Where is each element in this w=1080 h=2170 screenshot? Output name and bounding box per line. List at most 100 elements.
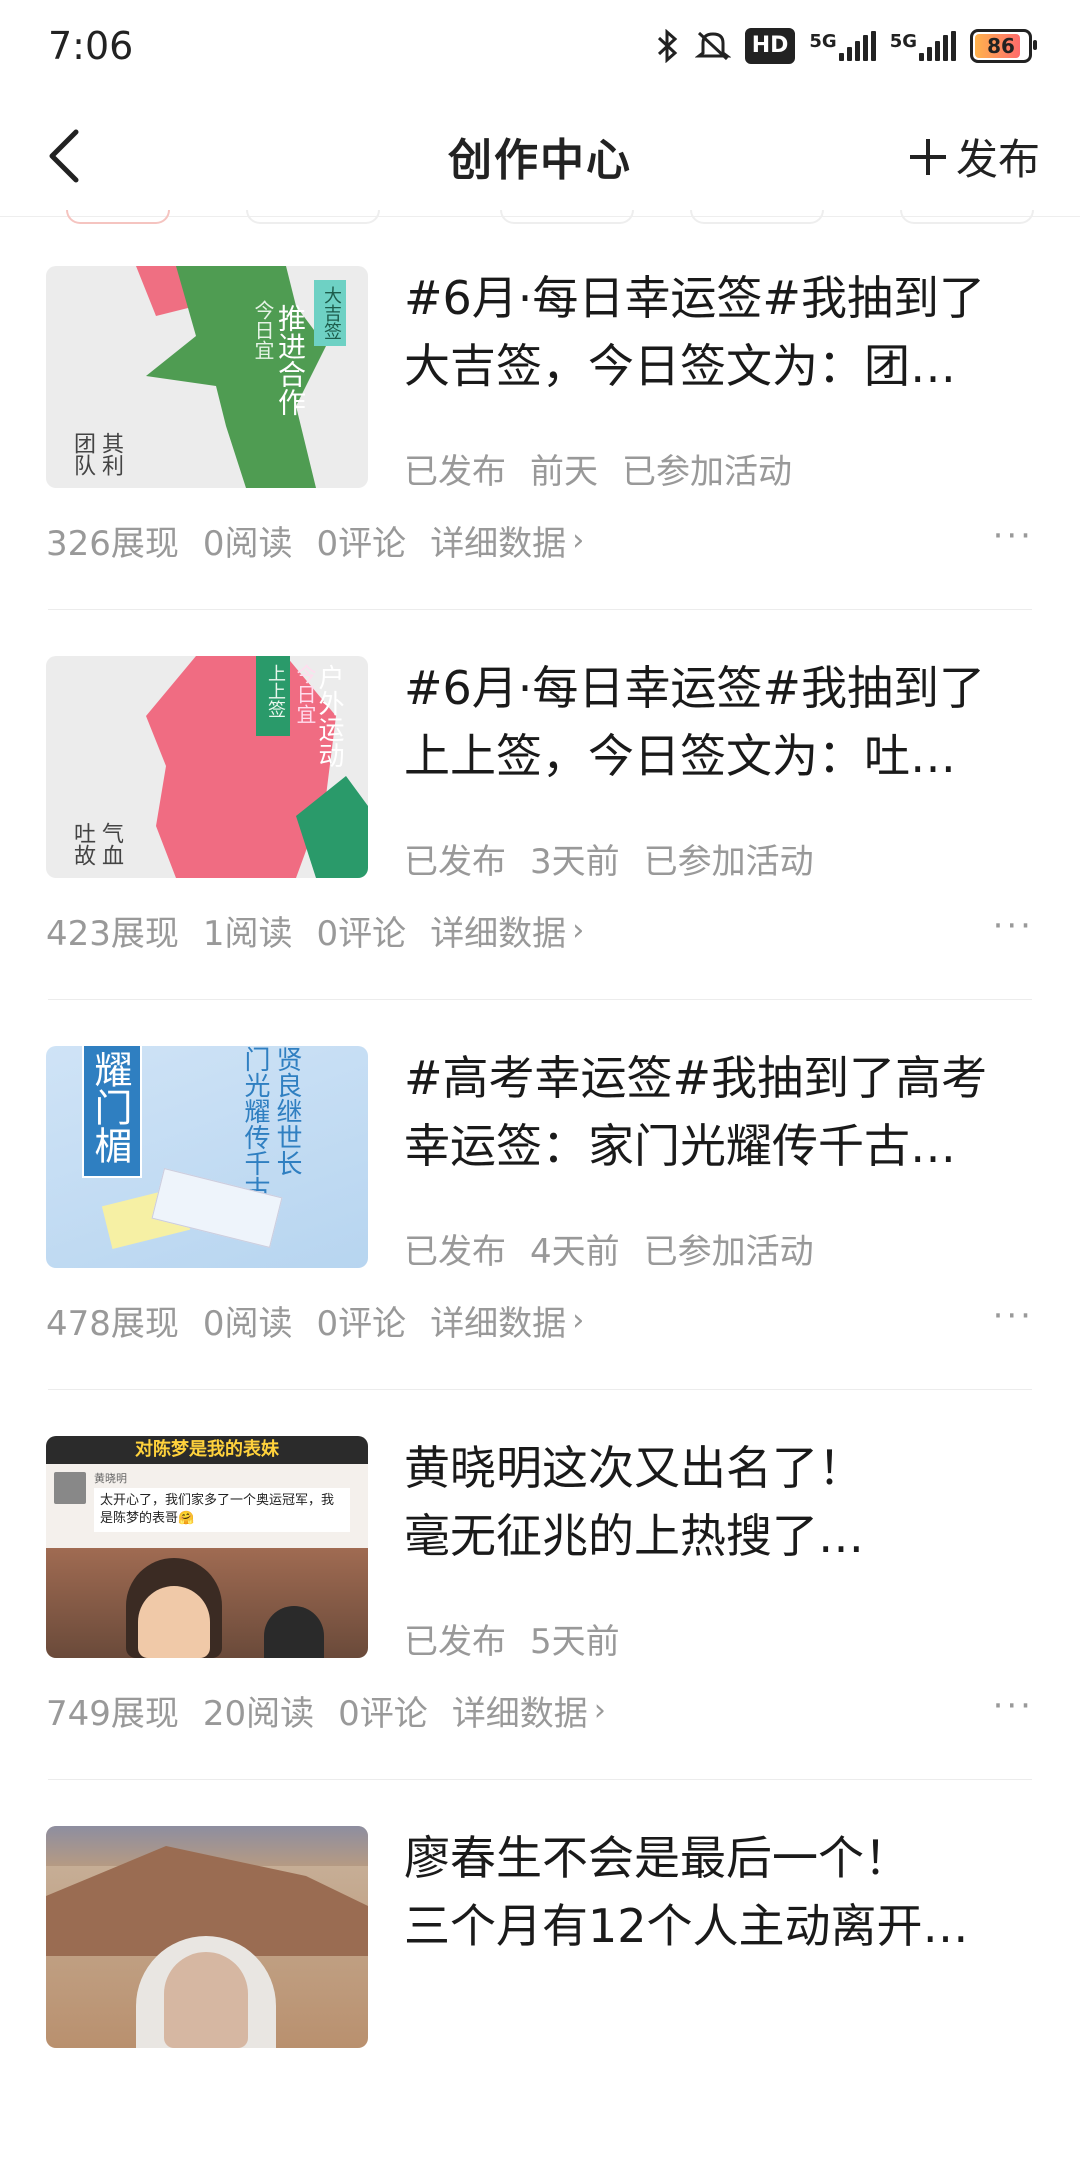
- thumb-main: 推进合作: [274, 304, 307, 416]
- list-item[interactable]: 大吉签 推进合作 今日宜 其利团队 #6月·每日幸运签#我抽到了 大吉签，今日签…: [0, 220, 1080, 610]
- thumb-name: 黄晓明: [94, 1472, 127, 1485]
- views-count: 326展现: [46, 524, 179, 564]
- views-count: 749展现: [46, 1694, 179, 1734]
- reads-count: 20阅读: [202, 1694, 315, 1734]
- publish-status: 已发布: [404, 842, 506, 882]
- publish-status: 已发布: [404, 452, 506, 492]
- status-time: 7:06: [48, 24, 134, 68]
- reads-count: 0阅读: [202, 524, 293, 564]
- article-title[interactable]: #6月·每日幸运签#我抽到了 上上签，今日签文为：吐…: [404, 654, 1034, 790]
- article-title-line: #6月·每日幸运签#我抽到了: [404, 661, 985, 715]
- views-count: 478展现: [46, 1304, 179, 1344]
- thumb-main: 耀门楣: [88, 1050, 132, 1164]
- article-thumbnail[interactable]: 对陈梦是我的表妹 黄晓明 太开心了，我们家多了一个奥运冠军，我是陈梦的表哥🤗: [46, 1436, 368, 1658]
- detail-data-link[interactable]: 详细数据 ›: [430, 906, 584, 955]
- article-title[interactable]: #高考幸运签#我抽到了高考 幸运签：家门光耀传千古…: [404, 1044, 1034, 1180]
- publish-status: 已发布: [404, 1622, 506, 1662]
- comments-count: 0评论: [316, 914, 407, 954]
- network-type: 5G: [809, 31, 837, 52]
- signal-icon: 5G: [809, 31, 876, 61]
- publish-status: 已发布: [404, 1232, 506, 1272]
- article-title-line: #6月·每日幸运签#我抽到了: [404, 271, 985, 325]
- article-title-line: 大吉签，今日签文为：团…: [404, 339, 956, 393]
- bluetooth-icon: [655, 29, 681, 63]
- article-title-line: #高考幸运签#我抽到了高考: [404, 1051, 988, 1105]
- battery-level: 86: [987, 34, 1015, 58]
- hd-icon: HD: [744, 28, 796, 64]
- reads-count: 1阅读: [202, 914, 293, 954]
- thumb-text: 贤良继世长: [272, 1046, 302, 1176]
- detail-data-label: 详细数据: [430, 1304, 567, 1344]
- publish-time: 4天前: [530, 1232, 620, 1272]
- thumb-corner: 其利团队: [70, 432, 123, 476]
- chevron-right-icon: ›: [572, 913, 585, 948]
- article-stats: 478展现 0阅读 0评论 详细数据 ›: [46, 1296, 584, 1345]
- article-title-line: 三个月有12个人主动离开…: [404, 1899, 969, 1953]
- list-item[interactable]: 对陈梦是我的表妹 黄晓明 太开心了，我们家多了一个奥运冠军，我是陈梦的表哥🤗 黄…: [0, 1390, 1080, 1780]
- article-thumbnail[interactable]: 耀门楣 贤良继世长 门光耀传千古: [46, 1046, 368, 1268]
- thumb-banner: 对陈梦是我的表妹: [135, 1439, 279, 1460]
- thumb-corner: 气血吐故: [70, 822, 123, 866]
- thumb-tag: 大吉签: [321, 286, 342, 340]
- article-title-line: 廖春生不会是最后一个！: [404, 1831, 910, 1885]
- chevron-right-icon: ›: [572, 523, 585, 558]
- list-item[interactable]: 上上签 户外运动 今日宜 气血吐故 #6月·每日幸运签#我抽到了 上上签，今日签…: [0, 610, 1080, 1000]
- thumb-text: 门光耀传千古: [240, 1046, 270, 1202]
- status-icons: HD 5G 5G 86: [655, 28, 1037, 64]
- thumb-sub: 今日宜: [251, 300, 275, 360]
- article-meta: 已发布 5天前: [404, 1614, 620, 1663]
- article-meta: 已发布 前天 已参加活动: [404, 444, 792, 493]
- detail-data-label: 详细数据: [430, 914, 567, 954]
- article-list: 大吉签 推进合作 今日宜 其利团队 #6月·每日幸运签#我抽到了 大吉签，今日签…: [0, 220, 1080, 2170]
- thumb-quote: 太开心了，我们家多了一个奥运冠军，我是陈梦的表哥🤗: [94, 1488, 350, 1532]
- article-thumbnail[interactable]: 上上签 户外运动 今日宜 气血吐故: [46, 656, 368, 878]
- article-meta: 已发布 4天前 已参加活动: [404, 1224, 814, 1273]
- article-title-line: 幸运签：家门光耀传千古…: [404, 1119, 956, 1173]
- publish-label: 发布: [955, 135, 1040, 184]
- article-title[interactable]: 廖春生不会是最后一个！ 三个月有12个人主动离开…: [404, 1824, 1034, 1960]
- article-stats: 326展现 0阅读 0评论 详细数据 ›: [46, 516, 584, 565]
- status-bar: 7:06 HD 5G 5G 86: [0, 0, 1080, 100]
- more-options-button[interactable]: ···: [993, 516, 1034, 556]
- article-meta: 已发布 3天前 已参加活动: [404, 834, 814, 883]
- list-item[interactable]: 廖春生不会是最后一个！ 三个月有12个人主动离开…: [0, 1780, 1080, 2170]
- publish-time: 前天: [530, 452, 598, 492]
- article-title-line: 黄晓明这次又出名了！: [404, 1441, 864, 1495]
- comments-count: 0评论: [316, 1304, 407, 1344]
- views-count: 423展现: [46, 914, 179, 954]
- article-title[interactable]: #6月·每日幸运签#我抽到了 大吉签，今日签文为：团…: [404, 264, 1034, 400]
- activity-status: 已参加活动: [622, 452, 792, 492]
- plus-icon: [908, 137, 948, 177]
- detail-data-label: 详细数据: [451, 1694, 588, 1734]
- thumb-sub: 今日宜: [293, 664, 317, 724]
- avatar: [54, 1472, 86, 1504]
- article-thumbnail[interactable]: [46, 1826, 368, 2048]
- comments-count: 0评论: [338, 1694, 428, 1734]
- article-title-line: 上上签，今日签文为：吐…: [404, 729, 956, 783]
- reads-count: 0阅读: [202, 1304, 293, 1344]
- publish-button[interactable]: 发布: [908, 126, 1040, 187]
- detail-data-link[interactable]: 详细数据 ›: [430, 516, 584, 565]
- publish-time: 3天前: [530, 842, 620, 882]
- article-thumbnail[interactable]: 大吉签 推进合作 今日宜 其利团队: [46, 266, 368, 488]
- list-item[interactable]: 耀门楣 贤良继世长 门光耀传千古 #高考幸运签#我抽到了高考 幸运签：家门光耀传…: [0, 1000, 1080, 1390]
- more-options-button[interactable]: ···: [993, 906, 1034, 946]
- mute-icon: [694, 29, 731, 63]
- detail-data-link[interactable]: 详细数据 ›: [452, 1686, 606, 1735]
- thumb-main: 户外运动: [314, 664, 344, 768]
- activity-status: 已参加活动: [643, 1232, 814, 1272]
- more-options-button[interactable]: ···: [993, 1686, 1034, 1726]
- article-title[interactable]: 黄晓明这次又出名了！ 毫无征兆的上热搜了…: [404, 1434, 1034, 1570]
- chevron-right-icon: ›: [572, 1303, 585, 1338]
- battery-icon: 86: [970, 29, 1037, 63]
- thumb-tag: 上上签: [265, 664, 286, 718]
- more-options-button[interactable]: ···: [993, 1296, 1034, 1336]
- signal-icon: 5G: [890, 31, 956, 61]
- detail-data-label: 详细数据: [430, 524, 567, 564]
- publish-time: 5天前: [530, 1622, 620, 1662]
- nav-bar: 创作中心 发布: [0, 100, 1080, 217]
- activity-status: 已参加活动: [643, 842, 814, 882]
- detail-data-link[interactable]: 详细数据 ›: [430, 1296, 584, 1345]
- comments-count: 0评论: [316, 524, 407, 564]
- chevron-right-icon: ›: [593, 1693, 606, 1728]
